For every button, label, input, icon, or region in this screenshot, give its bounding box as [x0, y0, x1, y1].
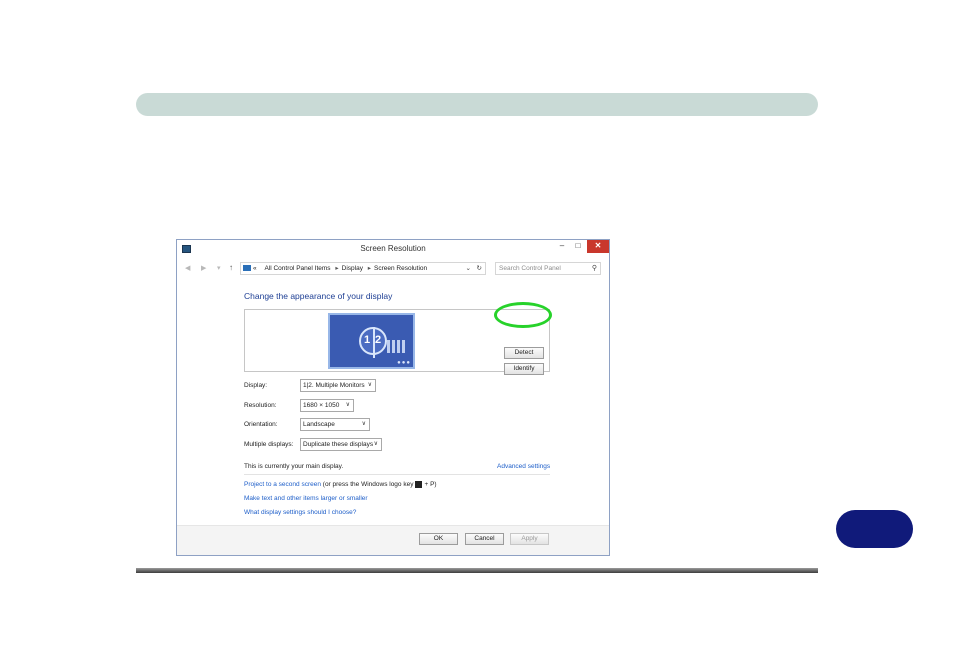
- project-hint-suffix: + P): [424, 481, 437, 489]
- monitor-thumbnail[interactable]: 1 2 ●●●: [328, 313, 415, 369]
- breadcrumb-separator-icon: ▸: [367, 265, 372, 272]
- display-select-value: 1|2. Multiple Monitors: [303, 382, 365, 389]
- minimize-button[interactable]: –: [554, 240, 570, 253]
- display-label: Display:: [244, 382, 268, 389]
- chevron-down-icon: ∨: [373, 441, 378, 447]
- apply-button[interactable]: Apply: [510, 533, 549, 545]
- breadcrumb-display[interactable]: Display: [342, 265, 363, 272]
- page-tab-badge: [836, 510, 913, 548]
- breadcrumb-separator-icon: ▸: [335, 265, 339, 272]
- multiple-displays-select[interactable]: Duplicate these displays ∨: [300, 438, 382, 451]
- up-arrow-icon[interactable]: ↑: [229, 263, 233, 272]
- orientation-select[interactable]: Landscape ∨: [300, 418, 370, 431]
- address-bar: ◀ ▶ ▾ ↑ « All Control Panel Items ▸ Displ…: [177, 259, 609, 278]
- chevron-down-icon: ∨: [361, 421, 366, 427]
- screen-resolution-window: Screen Resolution – □ ✕ ◀ ▶ ▾ ↑ « All Co…: [176, 239, 610, 556]
- multiple-displays-select-value: Duplicate these displays: [303, 441, 374, 448]
- breadcrumb-all-control-panel-items[interactable]: All Control Panel Items: [264, 265, 330, 272]
- chevron-down-icon: ∨: [367, 382, 372, 388]
- windows-logo-icon: [415, 481, 423, 488]
- header-band: [136, 93, 818, 116]
- cancel-button[interactable]: Cancel: [465, 533, 504, 545]
- monitor-number-1: 1: [364, 334, 371, 346]
- close-button[interactable]: ✕: [587, 240, 609, 253]
- start-screen-tiles-icon: [387, 340, 405, 353]
- text-size-link[interactable]: Make text and other items larger or smal…: [244, 495, 368, 502]
- detect-highlight-ring: [494, 302, 552, 328]
- main-display-note: This is currently your main display.: [244, 463, 344, 470]
- resolution-label: Resolution:: [244, 402, 277, 409]
- orientation-select-value: Landscape: [303, 421, 335, 428]
- refresh-icon[interactable]: ↻: [477, 263, 482, 274]
- control-panel-icon: [243, 265, 251, 272]
- resolution-select-value: 1680 × 1050: [303, 402, 340, 409]
- breadcrumb[interactable]: « All Control Panel Items ▸ Display ▸ Scre…: [240, 262, 486, 275]
- monitor-dots-icon: ●●●: [397, 360, 411, 366]
- project-to-second-screen-link[interactable]: Project to a second screen: [244, 481, 321, 488]
- page-title: Change the appearance of your display: [244, 291, 393, 301]
- project-link-row: Project to a second screen (or press the…: [244, 481, 437, 488]
- breadcrumb-overflow[interactable]: «: [253, 265, 257, 272]
- ok-button[interactable]: OK: [419, 533, 458, 545]
- back-arrow-icon[interactable]: ◀: [185, 264, 190, 272]
- dialog-footer: OK Cancel Apply: [177, 525, 609, 555]
- display-select[interactable]: 1|2. Multiple Monitors ∨: [300, 379, 376, 392]
- bottom-rule: [136, 568, 818, 573]
- forward-arrow-icon[interactable]: ▶: [201, 264, 206, 272]
- search-placeholder: Search Control Panel: [499, 265, 561, 272]
- breadcrumb-screen-resolution[interactable]: Screen Resolution: [374, 265, 427, 272]
- monitor-number-2: 2: [375, 334, 382, 346]
- orientation-label: Orientation:: [244, 421, 278, 428]
- multiple-displays-label: Multiple displays:: [244, 441, 294, 448]
- title-bar: Screen Resolution – □ ✕: [177, 240, 609, 259]
- window-title: Screen Resolution: [360, 244, 426, 253]
- address-dropdown-chevron-icon[interactable]: ⌄: [466, 263, 471, 274]
- identify-button[interactable]: Identify: [504, 363, 544, 375]
- advanced-settings-link[interactable]: Advanced settings: [497, 463, 550, 470]
- recent-pages-chevron-icon[interactable]: ▾: [217, 264, 221, 272]
- what-settings-link[interactable]: What display settings should I choose?: [244, 509, 356, 516]
- project-hint-text: (or press the Windows logo key: [322, 481, 414, 489]
- search-icon[interactable]: ⚲: [592, 263, 597, 274]
- chevron-down-icon: ∨: [345, 402, 350, 408]
- divider: [244, 474, 550, 475]
- detect-button[interactable]: Detect: [504, 347, 544, 359]
- maximize-button[interactable]: □: [570, 240, 586, 253]
- search-input[interactable]: Search Control Panel ⚲: [495, 262, 601, 275]
- resolution-select[interactable]: 1680 × 1050 ∨: [300, 399, 354, 412]
